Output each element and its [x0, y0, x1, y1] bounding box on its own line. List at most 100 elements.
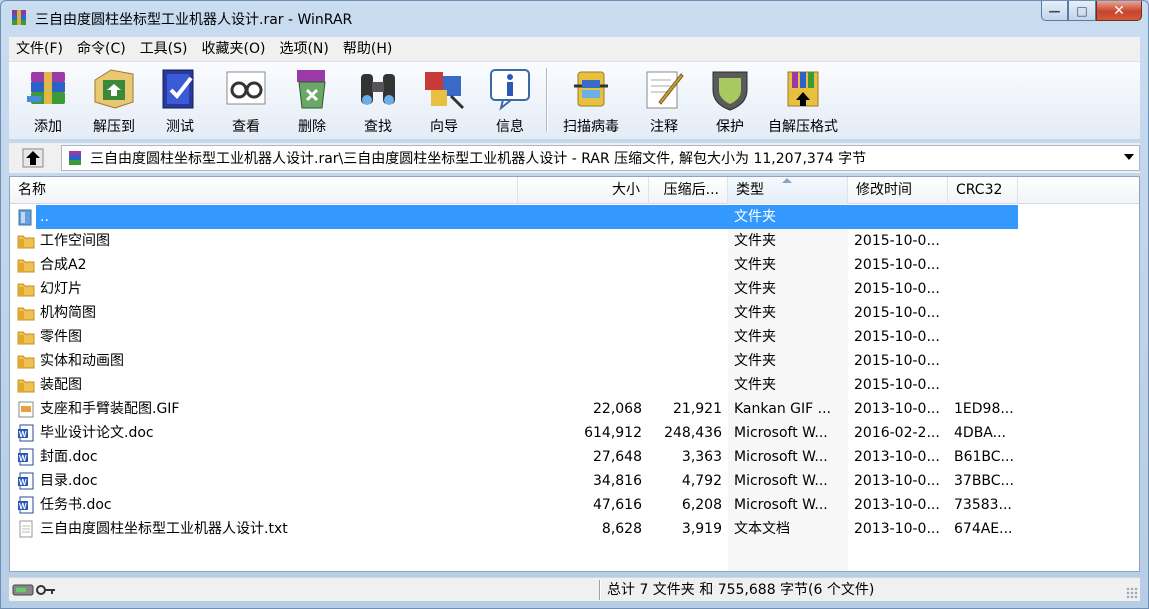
- file-name: 装配图: [40, 377, 82, 393]
- column-header-crc[interactable]: CRC32: [948, 177, 1018, 204]
- file-row[interactable]: 装配图 文件夹 2015-10-0...: [10, 373, 1020, 397]
- test-button[interactable]: 测试: [147, 62, 213, 138]
- file-row[interactable]: 支座和手臂装配图.GIF 22,068 21,921 Kankan GIF ... 20…: [10, 397, 1020, 421]
- find-button[interactable]: 查找: [345, 62, 411, 138]
- gif-file-icon: [18, 401, 34, 418]
- info-button[interactable]: 信息: [477, 62, 543, 138]
- file-packed-size: [649, 373, 722, 397]
- file-type: 文件夹: [734, 281, 776, 297]
- extract-to-label: 解压到: [93, 119, 135, 135]
- sfx-button[interactable]: 自解压格式: [763, 62, 843, 138]
- file-row[interactable]: W 任务书.doc 47,616 6,208 Microsoft W... 2013-10…: [10, 493, 1020, 517]
- file-packed-size: [649, 325, 722, 349]
- menu-file[interactable]: 文件(F): [9, 37, 70, 61]
- column-header-modified[interactable]: 修改时间: [848, 177, 948, 204]
- file-modified: 2013-10-0...: [854, 401, 940, 417]
- delete-button[interactable]: 删除: [279, 62, 345, 138]
- file-row[interactable]: 工作空间图 文件夹 2015-10-0...: [10, 229, 1020, 253]
- winrar-app-icon[interactable]: [9, 8, 29, 28]
- menu-bar: 文件(F) 命令(C) 工具(S) 收藏夹(O) 选项(N) 帮助(H): [9, 37, 1140, 61]
- text-file-icon: [19, 520, 33, 538]
- find-label: 查找: [364, 119, 392, 135]
- svg-text:W: W: [19, 478, 27, 487]
- file-packed-size: 3,363: [681, 449, 722, 465]
- virus-scan-label: 扫描病毒: [563, 119, 619, 135]
- close-button[interactable]: ✕: [1096, 1, 1142, 21]
- column-header-type[interactable]: 类型: [728, 177, 848, 204]
- file-name: 目录.doc: [40, 473, 98, 489]
- svg-text:W: W: [19, 502, 27, 511]
- file-name: 幻灯片: [40, 281, 82, 297]
- parent-folder-icon: [18, 209, 32, 226]
- file-row[interactable]: 合成A2 文件夹 2015-10-0...: [10, 253, 1020, 277]
- address-dropdown-icon[interactable]: [1124, 154, 1134, 160]
- minimize-button[interactable]: —: [1041, 1, 1068, 21]
- file-row[interactable]: 三自由度圆柱坐标型工业机器人设计.txt 8,628 3,919 文本文档 2013-1…: [10, 517, 1020, 541]
- extract-to-button[interactable]: 解压到: [81, 62, 147, 138]
- file-modified: 2015-10-0...: [854, 281, 940, 297]
- file-row[interactable]: 机构简图 文件夹 2015-10-0...: [10, 301, 1020, 325]
- file-packed-size: [649, 205, 722, 229]
- file-type: 文本文档: [734, 521, 790, 537]
- column-header-packed[interactable]: 压缩后...: [649, 177, 728, 204]
- menu-options[interactable]: 选项(N): [272, 37, 335, 61]
- file-modified: 2013-10-0...: [854, 497, 940, 513]
- menu-tools[interactable]: 工具(S): [133, 37, 195, 61]
- virus-scan-button[interactable]: 扫描病毒: [551, 62, 631, 138]
- drive-icon[interactable]: [12, 583, 34, 597]
- file-list[interactable]: 名称 大小 压缩后... 类型 修改时间 CRC32 .. 文件夹 工作空间图 文件夹…: [9, 176, 1140, 572]
- file-size: [518, 325, 642, 349]
- file-crc: B61BC...: [954, 449, 1014, 465]
- extract-to-icon: [94, 69, 134, 109]
- key-lock-icon[interactable]: [36, 583, 56, 597]
- file-packed-size: 4,792: [681, 473, 722, 489]
- file-crc: [954, 205, 1018, 229]
- file-name: 零件图: [40, 329, 82, 345]
- maximize-button[interactable]: □: [1068, 1, 1096, 21]
- file-size: 22,068: [593, 401, 642, 417]
- file-packed-size: [649, 301, 722, 325]
- file-size: 47,616: [593, 497, 642, 513]
- folder-icon: [17, 307, 35, 321]
- file-size: 34,816: [593, 473, 642, 489]
- file-row[interactable]: W 毕业设计论文.doc 614,912 248,436 Microsoft W... 2…: [10, 421, 1020, 445]
- file-row[interactable]: 幻灯片 文件夹 2015-10-0...: [10, 277, 1020, 301]
- menu-help[interactable]: 帮助(H): [336, 37, 399, 61]
- title-bar[interactable]: 三自由度圆柱坐标型工业机器人设计.rar - WinRAR — □ ✕: [1, 1, 1148, 35]
- add-button[interactable]: 添加: [15, 62, 81, 138]
- file-type: Kankan GIF ...: [734, 401, 831, 417]
- file-row[interactable]: W 目录.doc 34,816 4,792 Microsoft W... 2013-10-…: [10, 469, 1020, 493]
- wizard-button[interactable]: 向导: [411, 62, 477, 138]
- comment-button[interactable]: 注释: [631, 62, 697, 138]
- file-crc: [954, 301, 1018, 325]
- column-header-name[interactable]: 名称: [10, 177, 518, 204]
- file-modified: 2013-10-0...: [854, 449, 940, 465]
- status-bar: 总计 7 文件夹 和 755,688 字节(6 个文件): [9, 577, 1140, 601]
- address-field[interactable]: 三自由度圆柱坐标型工业机器人设计.rar\三自由度圆柱坐标型工业机器人设计 - …: [61, 145, 1140, 171]
- file-type: Microsoft W...: [734, 497, 828, 513]
- view-button[interactable]: 查看: [213, 62, 279, 138]
- up-folder-button[interactable]: [11, 145, 55, 171]
- file-size: 27,648: [593, 449, 642, 465]
- file-row[interactable]: 实体和动画图 文件夹 2015-10-0...: [10, 349, 1020, 373]
- menu-favorites[interactable]: 收藏夹(O): [195, 37, 273, 61]
- word-doc-icon: W: [18, 472, 34, 490]
- address-bar: 三自由度圆柱坐标型工业机器人设计.rar\三自由度圆柱坐标型工业机器人设计 - …: [9, 143, 1140, 173]
- file-type: 文件夹: [734, 353, 776, 369]
- address-path: 三自由度圆柱坐标型工业机器人设计.rar\三自由度圆柱坐标型工业机器人设计 - …: [90, 151, 867, 167]
- menu-commands[interactable]: 命令(C): [70, 37, 133, 61]
- file-row[interactable]: 零件图 文件夹 2015-10-0...: [10, 325, 1020, 349]
- resize-grip[interactable]: [1126, 587, 1138, 599]
- file-row[interactable]: W 封面.doc 27,648 3,363 Microsoft W... 2013-10-…: [10, 445, 1020, 469]
- file-packed-size: [649, 349, 722, 373]
- protect-button[interactable]: 保护: [697, 62, 763, 138]
- column-header-size[interactable]: 大小: [518, 177, 649, 204]
- file-crc: 1ED98...: [954, 401, 1014, 417]
- file-modified: 2015-10-0...: [854, 257, 940, 273]
- file-crc: [954, 349, 1018, 373]
- add-label: 添加: [34, 119, 62, 135]
- find-binoculars-icon: [361, 74, 395, 105]
- file-row[interactable]: .. 文件夹: [10, 205, 1020, 229]
- file-crc: 674AE...: [954, 521, 1013, 537]
- file-packed-size: 21,921: [673, 401, 722, 417]
